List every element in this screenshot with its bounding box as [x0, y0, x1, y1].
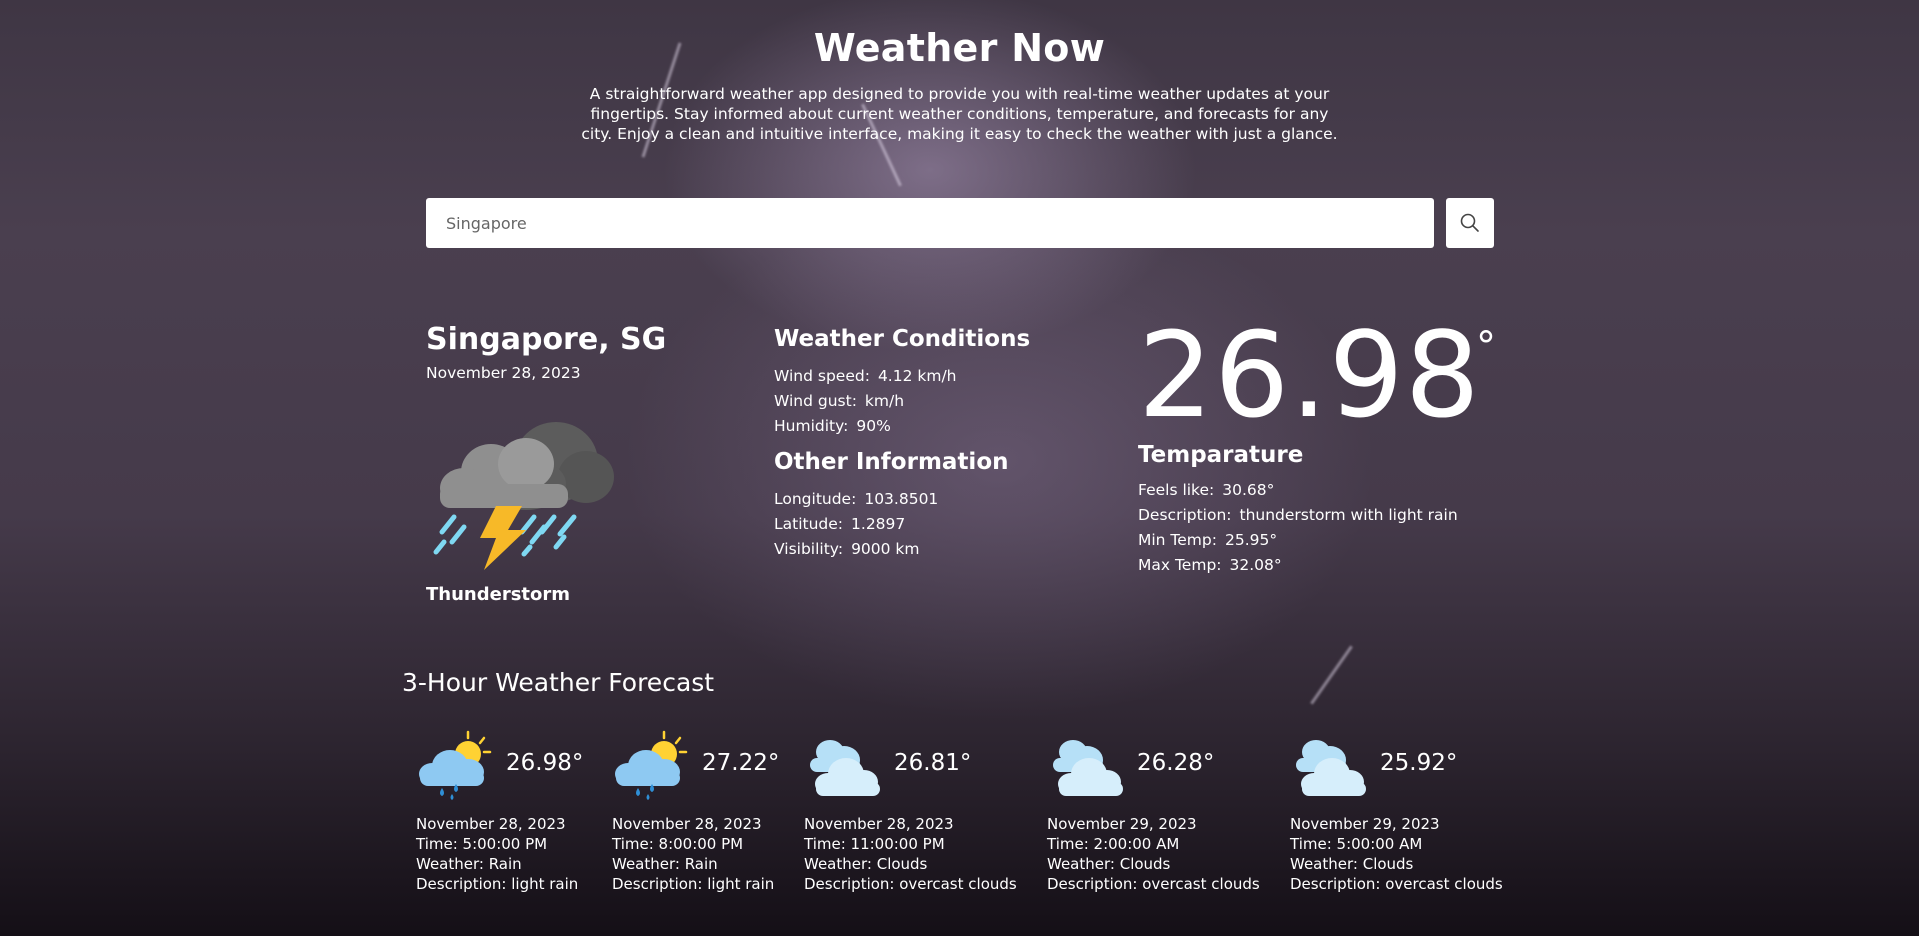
forecast-weather: Weather: Clouds — [804, 855, 928, 873]
clouds-icon — [1047, 730, 1127, 806]
forecast-description: Description: light rain — [416, 875, 579, 893]
forecast-time: Time: 8:00:00 PM — [612, 835, 744, 853]
wind-speed-label: Wind speed: — [774, 367, 870, 385]
forecast-time: Time: 2:00:00 AM — [1047, 835, 1180, 853]
city-name: Singapore, SG — [426, 322, 667, 357]
header: Weather Now A straightforward weather ap… — [0, 26, 1919, 144]
forecast-weather: Weather: Rain — [416, 855, 522, 873]
humidity-value: 90% — [856, 417, 891, 435]
thunderstorm-icon — [426, 402, 626, 576]
forecast-weather: Weather: Clouds — [1047, 855, 1171, 873]
forecast-list: 26.98° November 28, 2023 Time: 5:00:00 P… — [410, 724, 1520, 904]
humidity-label: Humidity: — [774, 417, 849, 435]
forecast-temp: 27.22° — [702, 750, 780, 776]
forecast-card: 26.28° November 29, 2023 Time: 2:00:00 A… — [1041, 724, 1260, 904]
forecast-date: November 29, 2023 — [1047, 815, 1197, 833]
weather-conditions-panel: Weather Conditions Wind speed: 4.12 km/h … — [774, 326, 1030, 562]
lightning-streak — [1310, 645, 1353, 705]
wind-gust-value: km/h — [864, 392, 905, 410]
forecast-temp: 26.98° — [506, 750, 584, 776]
forecast-time: Time: 11:00:00 PM — [804, 835, 945, 853]
weather-description: Description: thunderstorm with light rain — [1138, 503, 1481, 528]
forecast-card: 26.81° November 28, 2023 Time: 11:00:00 … — [798, 724, 1017, 904]
description-label: Description: — [1138, 506, 1232, 524]
app-title: Weather Now — [813, 26, 1106, 70]
weather-conditions-title: Weather Conditions — [774, 326, 1031, 352]
weather-condition: Thunderstorm — [426, 584, 571, 605]
forecast-temp: 25.92° — [1380, 750, 1458, 776]
forecast-title: 3-Hour Weather Forecast — [402, 668, 715, 697]
current-date: November 28, 2023 — [426, 364, 581, 382]
forecast-date: November 28, 2023 — [416, 815, 566, 833]
wind-gust: Wind gust: km/h — [774, 389, 1030, 414]
forecast-description: Description: overcast clouds — [1290, 875, 1503, 893]
min-temp-label: Min Temp: — [1138, 531, 1217, 549]
wind-speed-value: 4.12 km/h — [877, 367, 957, 385]
forecast-date: November 29, 2023 — [1290, 815, 1440, 833]
forecast-description: Description: overcast clouds — [804, 875, 1017, 893]
sun-cloud-rain-icon — [612, 730, 692, 806]
current-weather: Singapore, SG November 28, 2023 Thunders… — [426, 316, 1496, 622]
max-temp: Max Temp: 32.08° — [1138, 553, 1481, 578]
latitude: Latitude: 1.2897 — [774, 512, 1030, 537]
forecast-description: Description: overcast clouds — [1047, 875, 1260, 893]
forecast-temp: 26.28° — [1137, 750, 1215, 776]
visibility-value: 9000 km — [851, 540, 920, 558]
current-temperature: 26.98 — [1138, 306, 1481, 444]
min-temp: Min Temp: 25.95° — [1138, 528, 1481, 553]
forecast-weather: Weather: Clouds — [1290, 855, 1414, 873]
feels-like: Feels like: 30.68° — [1138, 478, 1481, 503]
search-button[interactable] — [1446, 198, 1494, 248]
longitude-value: 103.8501 — [864, 490, 939, 508]
city-search-input[interactable] — [426, 198, 1434, 248]
latitude-value: 1.2897 — [851, 515, 906, 533]
max-temp-label: Max Temp: — [1138, 556, 1222, 574]
description-value: thunderstorm with light rain — [1239, 506, 1458, 524]
longitude: Longitude: 103.8501 — [774, 487, 1030, 512]
visibility: Visibility: 9000 km — [774, 537, 1030, 562]
max-temp-value: 32.08° — [1229, 556, 1282, 574]
visibility-label: Visibility: — [774, 540, 844, 558]
search-bar — [426, 198, 1494, 248]
forecast-card: 25.92° November 29, 2023 Time: 5:00:00 A… — [1284, 724, 1503, 904]
temperature-panel: 26.98 ° Temparature Feels like: 30.68° De… — [1138, 306, 1496, 578]
forecast-card: 26.98° November 28, 2023 Time: 5:00:00 P… — [410, 724, 600, 904]
feels-like-value: 30.68° — [1222, 481, 1275, 499]
wind-speed: Wind speed: 4.12 km/h — [774, 364, 1030, 389]
forecast-temp: 26.81° — [894, 750, 972, 776]
forecast-time: Time: 5:00:00 AM — [1290, 835, 1423, 853]
clouds-icon — [1290, 730, 1370, 806]
forecast-weather: Weather: Rain — [612, 855, 718, 873]
temperature-title: Temparature — [1138, 442, 1304, 468]
min-temp-value: 25.95° — [1224, 531, 1278, 549]
search-icon — [1460, 213, 1479, 232]
humidity: Humidity: 90% — [774, 414, 1030, 439]
sun-cloud-rain-icon — [416, 730, 496, 806]
wind-gust-label: Wind gust: — [774, 392, 857, 410]
degree-symbol: ° — [1476, 324, 1496, 370]
forecast-date: November 28, 2023 — [612, 815, 762, 833]
app-description: A straightforward weather app designed t… — [581, 85, 1338, 143]
feels-like-label: Feels like: — [1138, 481, 1215, 499]
clouds-icon — [804, 730, 884, 806]
forecast-time: Time: 5:00:00 PM — [416, 835, 548, 853]
forecast-card: 27.22° November 28, 2023 Time: 8:00:00 P… — [606, 724, 796, 904]
other-information-title: Other Information — [774, 449, 1009, 475]
longitude-label: Longitude: — [774, 490, 857, 508]
forecast-description: Description: light rain — [612, 875, 775, 893]
forecast-date: November 28, 2023 — [804, 815, 954, 833]
latitude-label: Latitude: — [774, 515, 844, 533]
